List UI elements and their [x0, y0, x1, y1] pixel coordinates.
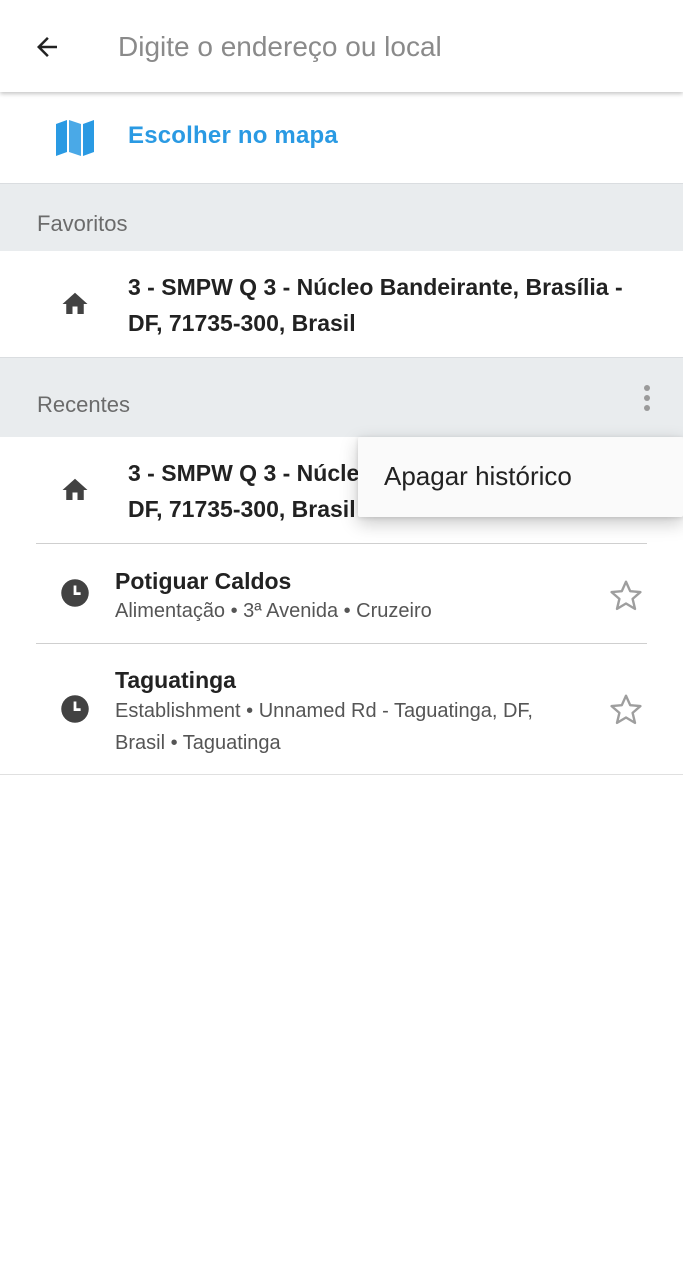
recent-place-subtitle: Alimentação • 3ª Avenida • Cruzeiro: [115, 600, 432, 622]
clock-icon: [61, 695, 89, 723]
search-input[interactable]: [118, 22, 658, 72]
recent-place-title: Taguatinga: [115, 667, 236, 693]
back-button[interactable]: [22, 22, 72, 72]
pick-on-map-row[interactable]: Escolher no mapa: [0, 92, 683, 184]
more-vert-icon: [644, 385, 650, 391]
favorite-address-line1: 3 - SMPW Q 3 - Núcleo Bandeirante, Brasí…: [128, 274, 623, 300]
recent-place-title: Potiguar Caldos: [115, 568, 292, 594]
recent-item[interactable]: Taguatinga Establishment • Unnamed Rd - …: [0, 644, 683, 774]
map-icon: [56, 120, 94, 156]
recents-title: Recentes: [37, 392, 130, 417]
pick-on-map-label: Escolher no mapa: [128, 122, 338, 149]
divider: [0, 774, 683, 775]
recent-place-subtitle-line1: Establishment • Unnamed Rd - Taguatinga,…: [115, 700, 533, 722]
star-outline-icon[interactable]: [608, 578, 644, 614]
star-outline-icon[interactable]: [608, 692, 644, 728]
recent-address-line2: DF, 71735-300, Brasil: [128, 496, 356, 522]
more-options-button[interactable]: [630, 378, 664, 418]
favorites-title: Favoritos: [37, 211, 128, 236]
home-icon: [62, 292, 88, 314]
clear-history-menu-item[interactable]: Apagar histórico: [384, 461, 572, 492]
overflow-menu: Apagar histórico: [358, 437, 683, 517]
search-bar: [0, 0, 683, 92]
favorite-item[interactable]: 3 - SMPW Q 3 - Núcleo Bandeirante, Brasí…: [0, 251, 683, 357]
recent-address-line1: 3 - SMPW Q 3 - Núcle: [128, 460, 360, 486]
arrow-left-icon: [37, 37, 57, 57]
recent-item[interactable]: Potiguar Caldos Alimentação • 3ª Avenida…: [0, 544, 683, 643]
favorites-section-header: Favoritos: [0, 183, 683, 251]
clock-icon: [61, 579, 89, 607]
recents-section-header: Recentes: [0, 357, 683, 437]
recent-place-subtitle-line2: Brasil • Taguatinga: [115, 732, 281, 754]
favorite-address-line2: DF, 71735-300, Brasil: [128, 310, 356, 336]
home-icon: [62, 478, 88, 500]
